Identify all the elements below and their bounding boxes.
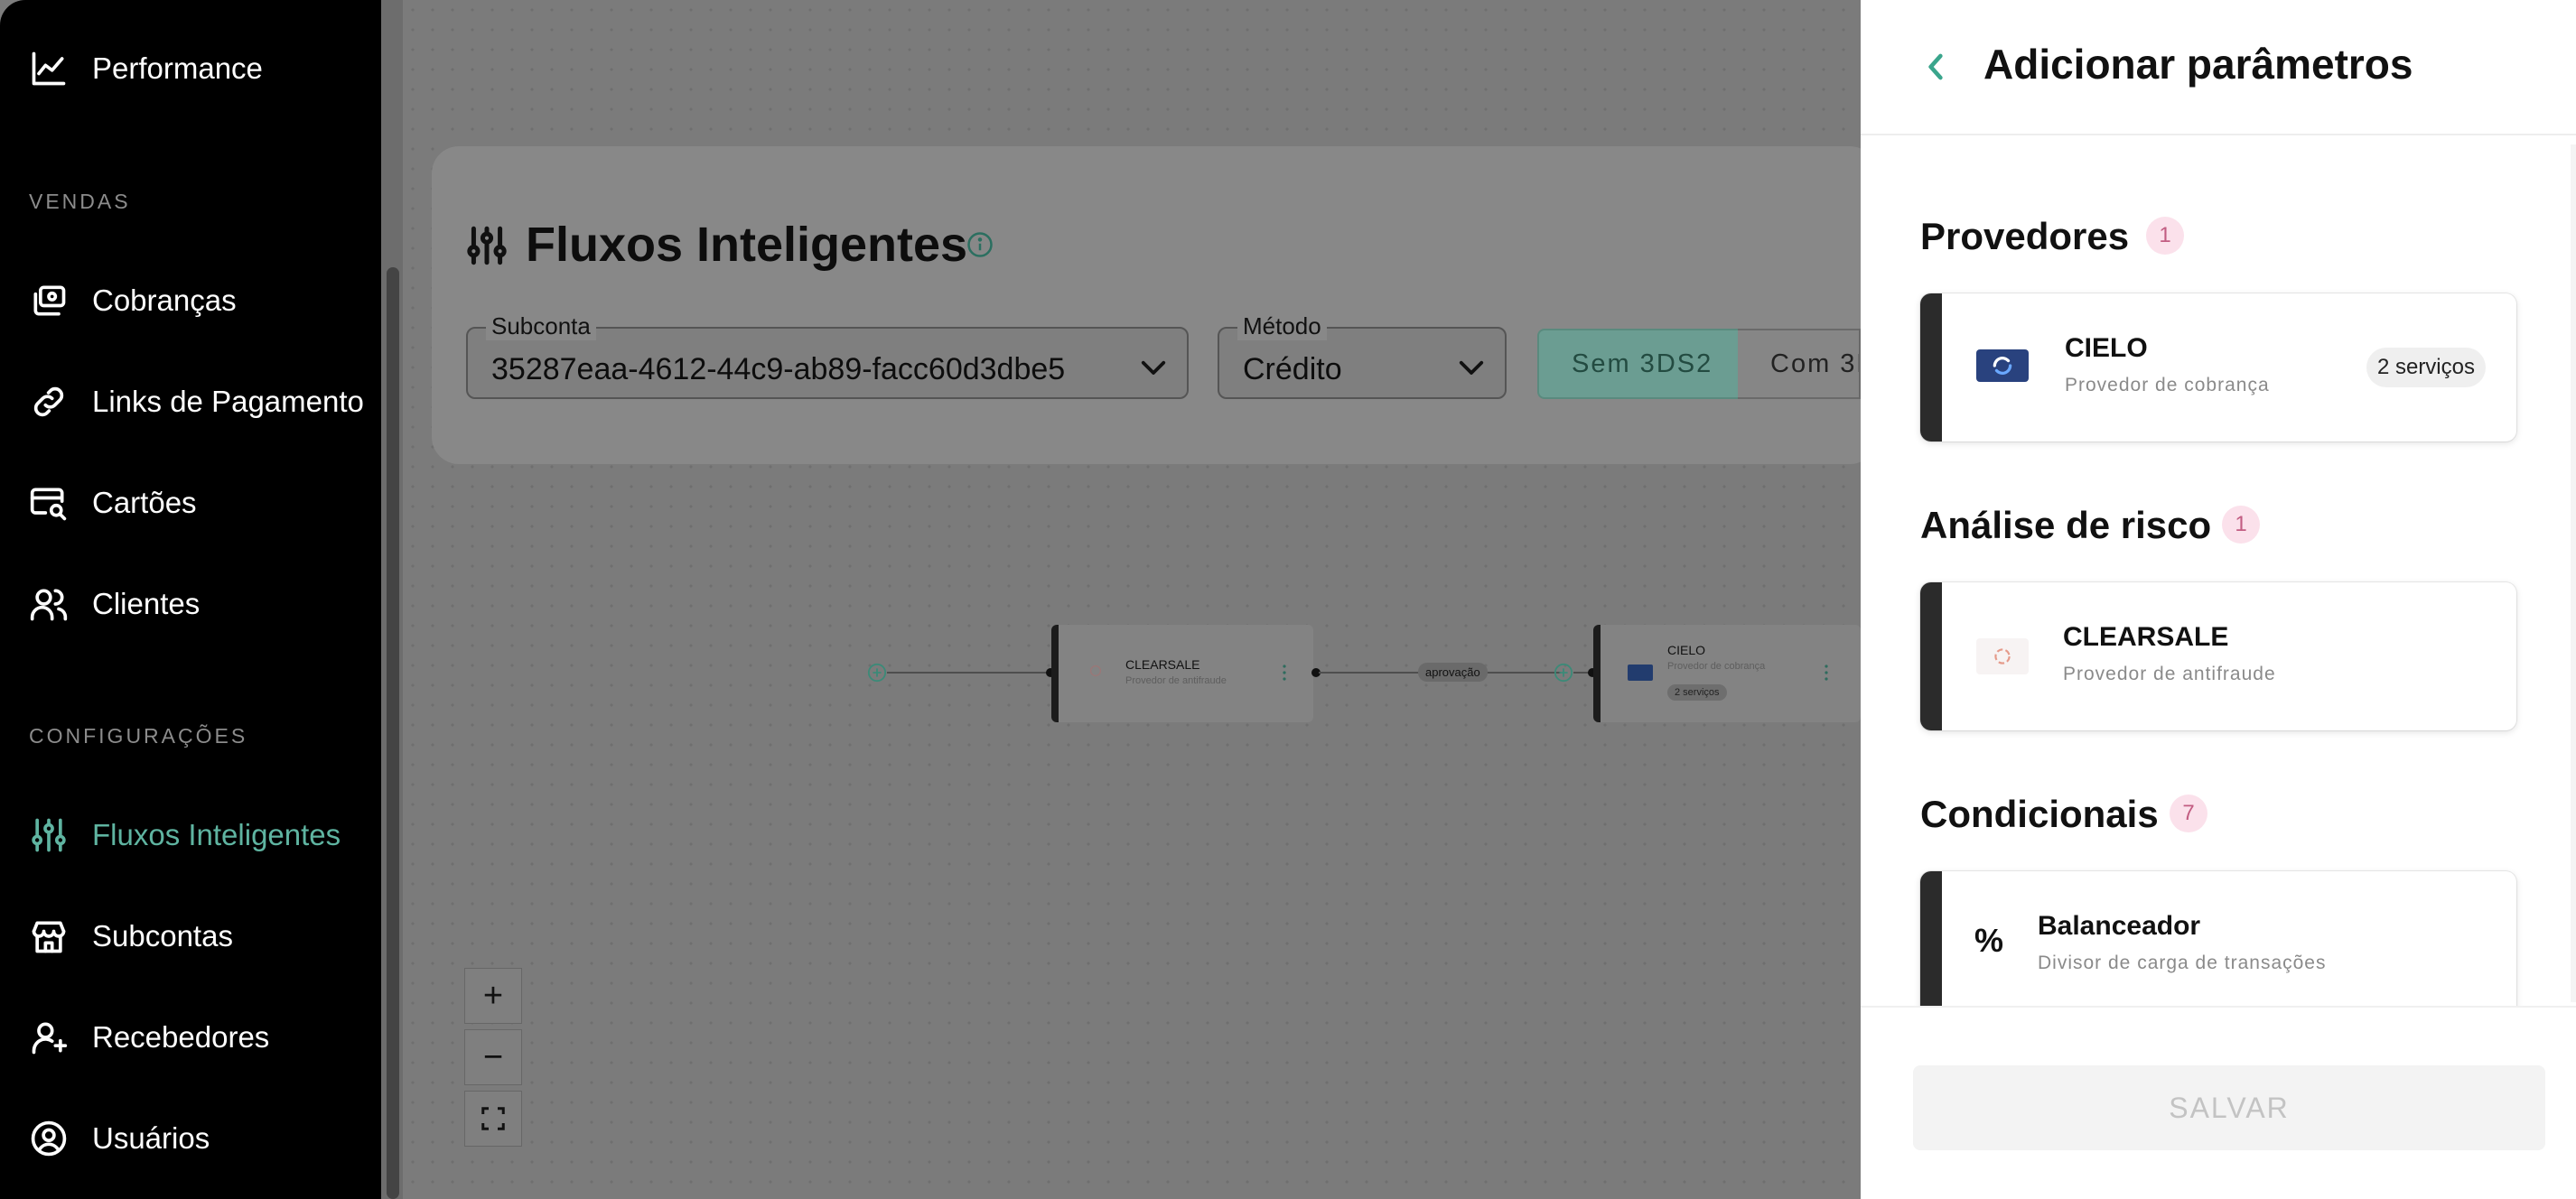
sidebar-item-cobrancas[interactable]: Cobranças [29, 281, 363, 321]
flow-node-subtitle: Provedor de cobrança [1667, 661, 1766, 672]
sidebar: Performance VENDAS Cobranças Links de Pa… [0, 0, 381, 1199]
chevron-down-icon [1141, 360, 1166, 375]
chart-line-icon [32, 51, 66, 86]
users-icon [30, 589, 68, 621]
sidebar-item-recebedores[interactable]: Recebedores [29, 1018, 363, 1057]
risk-provider-name: CLEARSALE [2063, 622, 2229, 652]
sidebar-item-label: Clientes [92, 587, 201, 620]
provider-card-cielo[interactable]: CIELO Provedor de cobrança 2 serviços [1920, 293, 2516, 441]
subconta-select[interactable]: Subconta 35287eaa-4612-44c9-ab89-facc60d… [466, 312, 1189, 399]
sidebar-item-label: Cartões [92, 486, 197, 519]
drawer-header: Adicionar parâmetros [1861, 0, 2576, 135]
flow-node-title: CLEARSALE [1125, 657, 1200, 672]
sidebar-scrollbar-thumb[interactable] [387, 267, 399, 1199]
plus-icon: + [482, 976, 504, 1015]
section-title-analise-de-risco: Análise de risco [1920, 504, 2212, 546]
link-icon [33, 386, 64, 417]
metodo-label: Método [1237, 312, 1327, 340]
sliders-icon [467, 226, 507, 265]
sidebar-item-label: Cobranças [92, 283, 237, 317]
cielo-logo-icon [1976, 349, 2029, 382]
sidebar-item-label: Links de Pagamento [92, 385, 363, 418]
provider-services-badge: 2 serviços [2366, 348, 2486, 387]
provider-name: CIELO [2065, 333, 2148, 363]
more-vertical-icon[interactable] [1283, 665, 1286, 681]
store-icon [32, 921, 66, 953]
sidebar-item-usuarios[interactable]: Usuários [29, 1119, 363, 1158]
drawer-scrollbar[interactable] [2571, 144, 2576, 1002]
user-circle-icon [31, 1120, 67, 1157]
flow-node-subtitle: Provedor de antifraude [1125, 675, 1227, 686]
sidebar-item-cartoes[interactable]: Cartões [29, 483, 363, 523]
zoom-out-button[interactable]: − [464, 1029, 522, 1085]
sidebar-item-performance[interactable]: Performance [29, 49, 363, 88]
section-title-condicionais: Condicionais [1920, 793, 2159, 835]
drawer-footer: SALVAR [1861, 1006, 2576, 1199]
user-plus-icon [32, 1022, 68, 1055]
sidebar-item-links-de-pagamento[interactable]: Links de Pagamento [29, 382, 363, 422]
sidebar-item-label: Subcontas [92, 919, 233, 953]
card-search-icon [30, 488, 67, 521]
chevron-down-icon [1459, 360, 1484, 375]
add-node-icon[interactable] [1554, 663, 1573, 683]
subconta-label: Subconta [486, 312, 596, 340]
section-count-analise-de-risco: 1 [2222, 506, 2260, 544]
metodo-select[interactable]: Método Crédito [1218, 312, 1507, 399]
fullscreen-icon [481, 1107, 505, 1130]
filters-card [432, 146, 1877, 464]
save-button[interactable]: SALVAR [1913, 1065, 2545, 1150]
flow-node-cielo[interactable]: CIELO Provedor de cobrança 2 serviços [1593, 625, 1861, 722]
sliders-icon [32, 818, 66, 852]
flow-node-clearsale[interactable]: CLEARSALE Provedor de antifraude [1051, 625, 1313, 722]
risk-provider-description: Provedor de antifraude [2063, 664, 2276, 684]
sidebar-section-vendas: VENDAS [29, 190, 131, 213]
conditional-name: Balanceador [2038, 911, 2201, 941]
section-count-condicionais: 7 [2170, 795, 2207, 832]
flow-edge [887, 672, 1050, 674]
more-vertical-icon[interactable] [1825, 665, 1828, 681]
page-title: Fluxos Inteligentes [526, 218, 968, 272]
sidebar-section-configuracoes: CONFIGURAÇÕES [29, 724, 248, 748]
flow-edge-label: aprovação [1418, 663, 1488, 682]
add-node-icon[interactable] [867, 663, 887, 683]
conditional-description: Divisor de carga de transações [2038, 953, 2327, 973]
drawer-title: Adicionar parâmetros [1983, 41, 2413, 88]
sidebar-item-fluxos-inteligentes[interactable]: Fluxos Inteligentes [29, 815, 363, 855]
minus-icon: − [482, 1037, 504, 1076]
subconta-value: 35287eaa-4612-44c9-ab89-facc60d3dbe5 [491, 352, 1066, 386]
tab-com-3ds2[interactable]: Com 3DS2 [1738, 329, 1861, 399]
section-title-provedores: Provedores [1920, 215, 2130, 257]
info-icon[interactable] [966, 231, 994, 258]
percent-icon: % [1974, 922, 2004, 959]
fit-view-button[interactable] [464, 1091, 522, 1147]
flow-node-title: CIELO [1667, 643, 1706, 657]
risk-card-clearsale[interactable]: CLEARSALE Provedor de antifraude [1920, 582, 2516, 730]
sidebar-item-subcontas[interactable]: Subcontas [29, 916, 363, 956]
cielo-logo-icon [1628, 665, 1653, 681]
sidebar-item-label: Usuários [92, 1121, 210, 1155]
clearsale-logo-icon [1976, 638, 2029, 674]
tab-sem-3ds2[interactable]: Sem 3DS2 [1537, 329, 1740, 399]
sidebar-item-label: Recebedores [92, 1020, 270, 1054]
sidebar-item-clientes[interactable]: Clientes [29, 584, 363, 624]
section-count-provedores: 1 [2146, 217, 2184, 255]
flow-node-badge: 2 serviços [1667, 684, 1727, 701]
clearsale-logo-icon [1089, 665, 1102, 677]
sidebar-item-label: Performance [92, 51, 263, 85]
zoom-in-button[interactable]: + [464, 968, 522, 1024]
chevron-left-icon[interactable] [1922, 52, 1949, 81]
add-parameters-drawer: Adicionar parâmetros Provedores 1 CIELO … [1861, 0, 2576, 1199]
provider-description: Provedor de cobrança [2065, 375, 2270, 395]
conditional-card-balanceador[interactable]: % Balanceador Divisor de carga de transa… [1920, 871, 2516, 1019]
sidebar-item-label: Fluxos Inteligentes [92, 818, 341, 851]
metodo-value: Crédito [1243, 352, 1342, 386]
charges-icon [33, 285, 66, 316]
